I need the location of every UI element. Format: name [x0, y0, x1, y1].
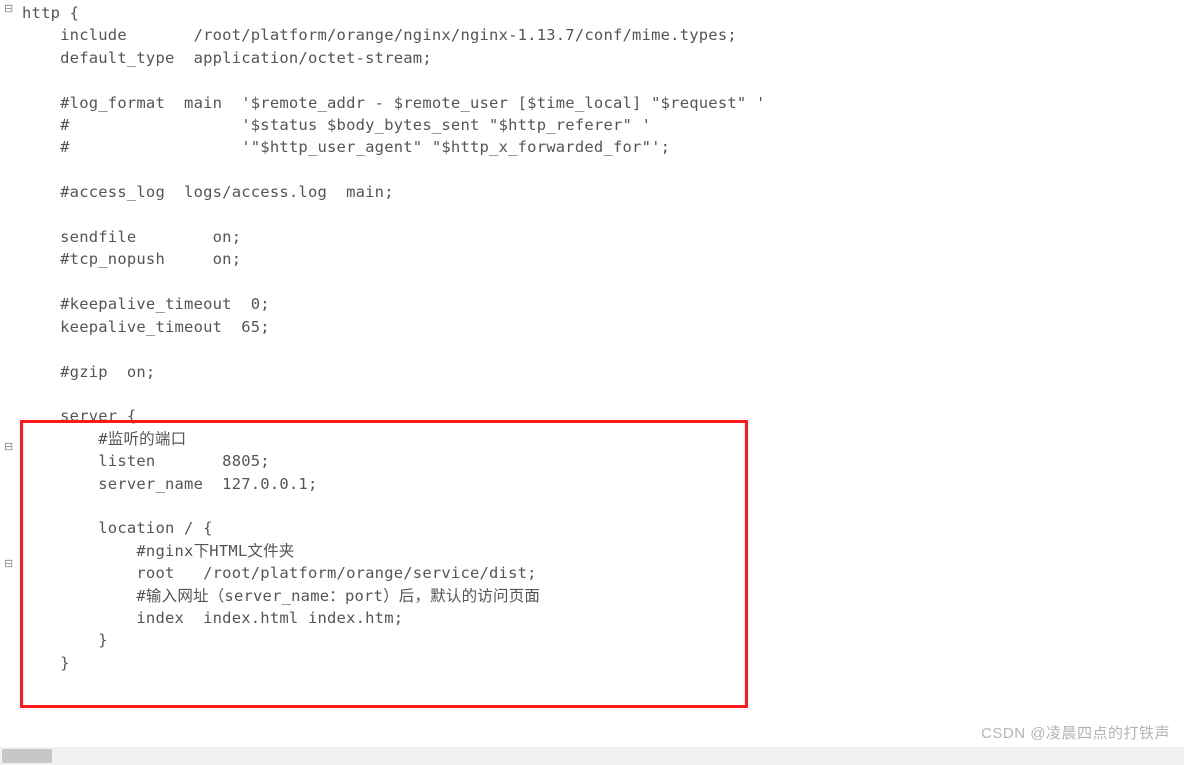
horizontal-scroll-thumb[interactable]: [2, 749, 52, 763]
watermark-text: CSDN @凌晨四点的打铁声: [981, 722, 1170, 743]
fold-toggle-icon[interactable]: ⊟: [4, 440, 13, 453]
horizontal-scrollbar[interactable]: [0, 747, 1184, 765]
code-block: http { include /root/platform/orange/ngi…: [22, 2, 1180, 739]
fold-toggle-icon[interactable]: ⊟: [4, 557, 13, 570]
fold-toggle-icon[interactable]: ⊟: [4, 2, 13, 15]
fold-gutter: ⊟ ⊟ ⊟: [0, 0, 20, 740]
